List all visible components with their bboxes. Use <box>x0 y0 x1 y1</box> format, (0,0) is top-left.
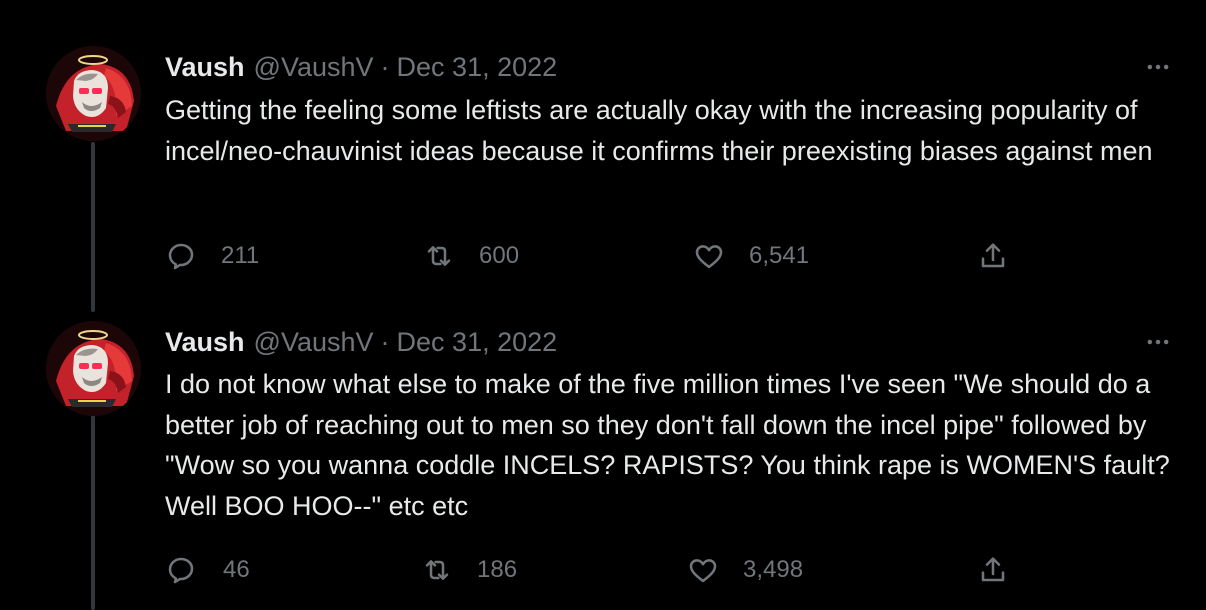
tweet[interactable]: Vaush @VaushV · Dec 31, 2022 I do not kn… <box>0 300 1206 610</box>
tweet-header: Vaush @VaushV · Dec 31, 2022 <box>165 49 557 85</box>
author-name[interactable]: Vaush <box>165 49 245 85</box>
tweet-header: Vaush @VaushV · Dec 31, 2022 <box>165 324 557 360</box>
tweet-text: Getting the feeling some leftists are ac… <box>165 95 1153 166</box>
like-count: 3,498 <box>743 556 804 583</box>
header-separator: · <box>380 52 390 82</box>
more-horizontal-icon[interactable] <box>1143 327 1173 357</box>
avatar[interactable] <box>46 46 141 141</box>
reply-count: 211 <box>221 242 260 269</box>
retweet-button[interactable]: 600 <box>423 238 519 274</box>
retweet-count: 600 <box>479 242 520 269</box>
tweet-thread: Vaush @VaushV · Dec 31, 2022 Getting the… <box>0 0 1206 610</box>
tweet[interactable]: Vaush @VaushV · Dec 31, 2022 Getting the… <box>0 0 1206 300</box>
reply-button[interactable]: 46 <box>165 552 250 588</box>
header-separator: · <box>380 327 390 357</box>
like-button[interactable]: 3,498 <box>687 552 803 588</box>
author-handle[interactable]: @VaushV <box>254 324 374 360</box>
tweet-actions: 211 600 6,541 <box>165 238 1025 274</box>
heart-icon <box>693 240 725 272</box>
share-button[interactable] <box>977 552 1009 588</box>
share-icon <box>977 240 1009 272</box>
like-button[interactable]: 6,541 <box>693 238 809 274</box>
share-icon <box>977 554 1009 586</box>
author-handle[interactable]: @VaushV <box>254 49 374 85</box>
retweet-icon <box>423 240 455 272</box>
author-name[interactable]: Vaush <box>165 324 245 360</box>
share-button[interactable] <box>977 238 1009 274</box>
reply-icon <box>165 240 197 272</box>
tweet-date[interactable]: Dec 31, 2022 <box>397 324 558 360</box>
more-horizontal-icon[interactable] <box>1143 52 1173 82</box>
reply-icon <box>165 554 197 586</box>
tweet-date[interactable]: Dec 31, 2022 <box>397 49 558 85</box>
like-count: 6,541 <box>749 242 810 269</box>
avatar[interactable] <box>46 321 141 416</box>
reply-count: 46 <box>223 556 250 583</box>
tweet-text: I do not know what else to make of the f… <box>165 369 1170 521</box>
tweet-actions: 46 186 3,498 <box>165 552 1025 588</box>
retweet-count: 186 <box>477 556 518 583</box>
retweet-button[interactable]: 186 <box>421 552 517 588</box>
heart-icon <box>687 554 719 586</box>
reply-button[interactable]: 211 <box>165 238 259 274</box>
retweet-icon <box>421 554 453 586</box>
